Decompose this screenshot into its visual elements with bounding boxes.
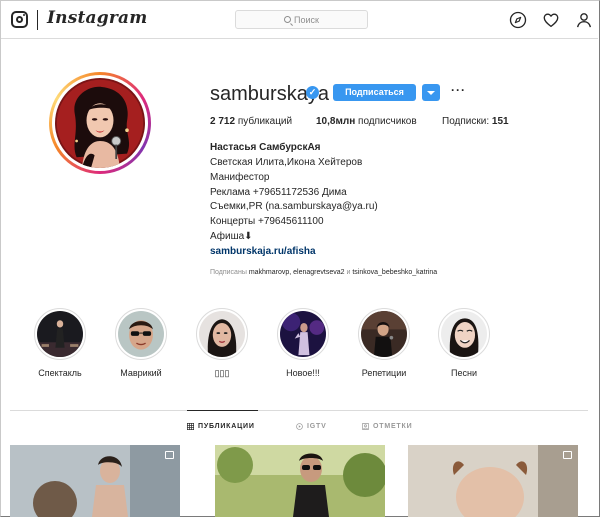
bio-website-link[interactable]: samburskaja.ru/afisha — [210, 246, 316, 258]
post-thumbnail[interactable] — [408, 445, 578, 517]
post-thumbnail[interactable] — [215, 445, 385, 517]
highlight-label: Песни — [451, 368, 477, 378]
grid-icon — [187, 423, 194, 430]
tagged-icon — [362, 423, 369, 430]
highlight-cover-image — [280, 311, 326, 357]
highlight-cover-image — [37, 311, 83, 357]
highlight-item[interactable]: ▯▯▯ — [192, 308, 252, 379]
highlight-label: Спектакль — [38, 368, 82, 378]
post-image — [10, 445, 180, 517]
tab-tagged[interactable]: ОТМЕТКИ — [362, 423, 412, 430]
tabs-divider — [10, 410, 588, 411]
profile-icon[interactable] — [575, 11, 593, 29]
following-stat[interactable]: Подписки: 151 — [442, 116, 509, 127]
igtv-icon — [296, 423, 303, 430]
highlight-label: Репетиции — [361, 368, 407, 378]
bio-line: Концерты +79645611100 — [210, 216, 324, 227]
avatar-image — [55, 78, 145, 168]
explore-icon[interactable] — [509, 11, 527, 29]
post-thumbnail[interactable] — [10, 445, 180, 517]
followers-stat[interactable]: 10,8млн подписчиков — [316, 116, 417, 127]
bio-line: Афиша⬇ — [210, 231, 253, 242]
search-placeholder: Поиск — [294, 14, 319, 25]
followed-by-text[interactable]: Подписаны makhmarovp, elenagrevtseva2 и … — [210, 269, 437, 276]
highlight-item[interactable]: Новое!!! — [273, 308, 333, 378]
logo-divider — [37, 10, 38, 30]
followed-by-last-user: tsinkova_bebeshko_katrina — [352, 269, 438, 276]
tab-label: ОТМЕТКИ — [373, 423, 413, 430]
tab-igtv[interactable]: IGTV — [296, 423, 327, 430]
highlight-label: Маврикий — [120, 368, 162, 378]
posts-count: 2 712 — [210, 116, 236, 127]
bio-line: Манифестор — [210, 172, 270, 183]
instagram-wordmark[interactable]: Instagram — [47, 8, 147, 28]
tab-label: ПУБЛИКАЦИИ — [198, 423, 255, 430]
top-navigation-bar: Instagram Поиск — [1, 1, 598, 39]
highlight-label: Новое!!! — [286, 368, 320, 378]
gallery-icon — [165, 451, 174, 459]
following-label: Подписки: — [442, 116, 490, 127]
highlight-item[interactable]: Репетиции — [354, 308, 414, 378]
tab-label: IGTV — [307, 423, 327, 430]
highlight-item[interactable]: Спектакль — [30, 308, 90, 378]
active-tab-indicator — [187, 410, 258, 411]
posts-count-stat: 2 712 публикаций — [210, 116, 292, 127]
followed-by-users: makhmarovp, elenagrevtseva2 — [248, 269, 345, 276]
followed-by-prefix: Подписаны — [210, 269, 247, 276]
heart-icon[interactable] — [542, 11, 560, 29]
highlight-label: ▯▯▯ — [214, 368, 230, 378]
followers-label: подписчиков — [358, 116, 417, 127]
highlight-cover-image — [118, 311, 164, 357]
highlight-item[interactable]: Маврикий — [111, 308, 171, 378]
follow-button[interactable]: Подписаться — [333, 84, 416, 101]
followers-count: 10,8млн — [316, 116, 356, 127]
instagram-camera-icon[interactable] — [11, 11, 28, 28]
bio-line: Реклама +79651172536 Дима — [210, 187, 347, 198]
bio-line: Съемки,PR (na.samburskaya@ya.ru) — [210, 201, 378, 212]
video-icon — [563, 451, 572, 459]
search-icon — [284, 16, 292, 23]
suggestions-dropdown-button[interactable] — [422, 84, 440, 101]
highlight-item[interactable]: Песни — [434, 308, 494, 378]
highlight-cover-image — [441, 311, 487, 357]
verified-badge-icon: ✓ — [306, 86, 319, 99]
posts-label: публикаций — [237, 116, 293, 127]
tab-posts[interactable]: ПУБЛИКАЦИИ — [187, 423, 255, 430]
bio-full-name: Настасья СамбурскАя — [210, 142, 321, 153]
search-input[interactable]: Поиск — [235, 10, 368, 29]
following-count: 151 — [491, 116, 509, 127]
highlight-cover-image — [199, 311, 245, 357]
bio-line: Светская Илита,Икона Хейтеров — [210, 157, 363, 168]
followed-by-joiner: и — [346, 269, 351, 276]
post-image — [215, 445, 385, 517]
more-dots-icon[interactable]: ··· — [451, 84, 466, 96]
post-image — [408, 445, 578, 517]
highlight-cover-image — [361, 311, 407, 357]
profile-avatar[interactable] — [49, 72, 151, 174]
